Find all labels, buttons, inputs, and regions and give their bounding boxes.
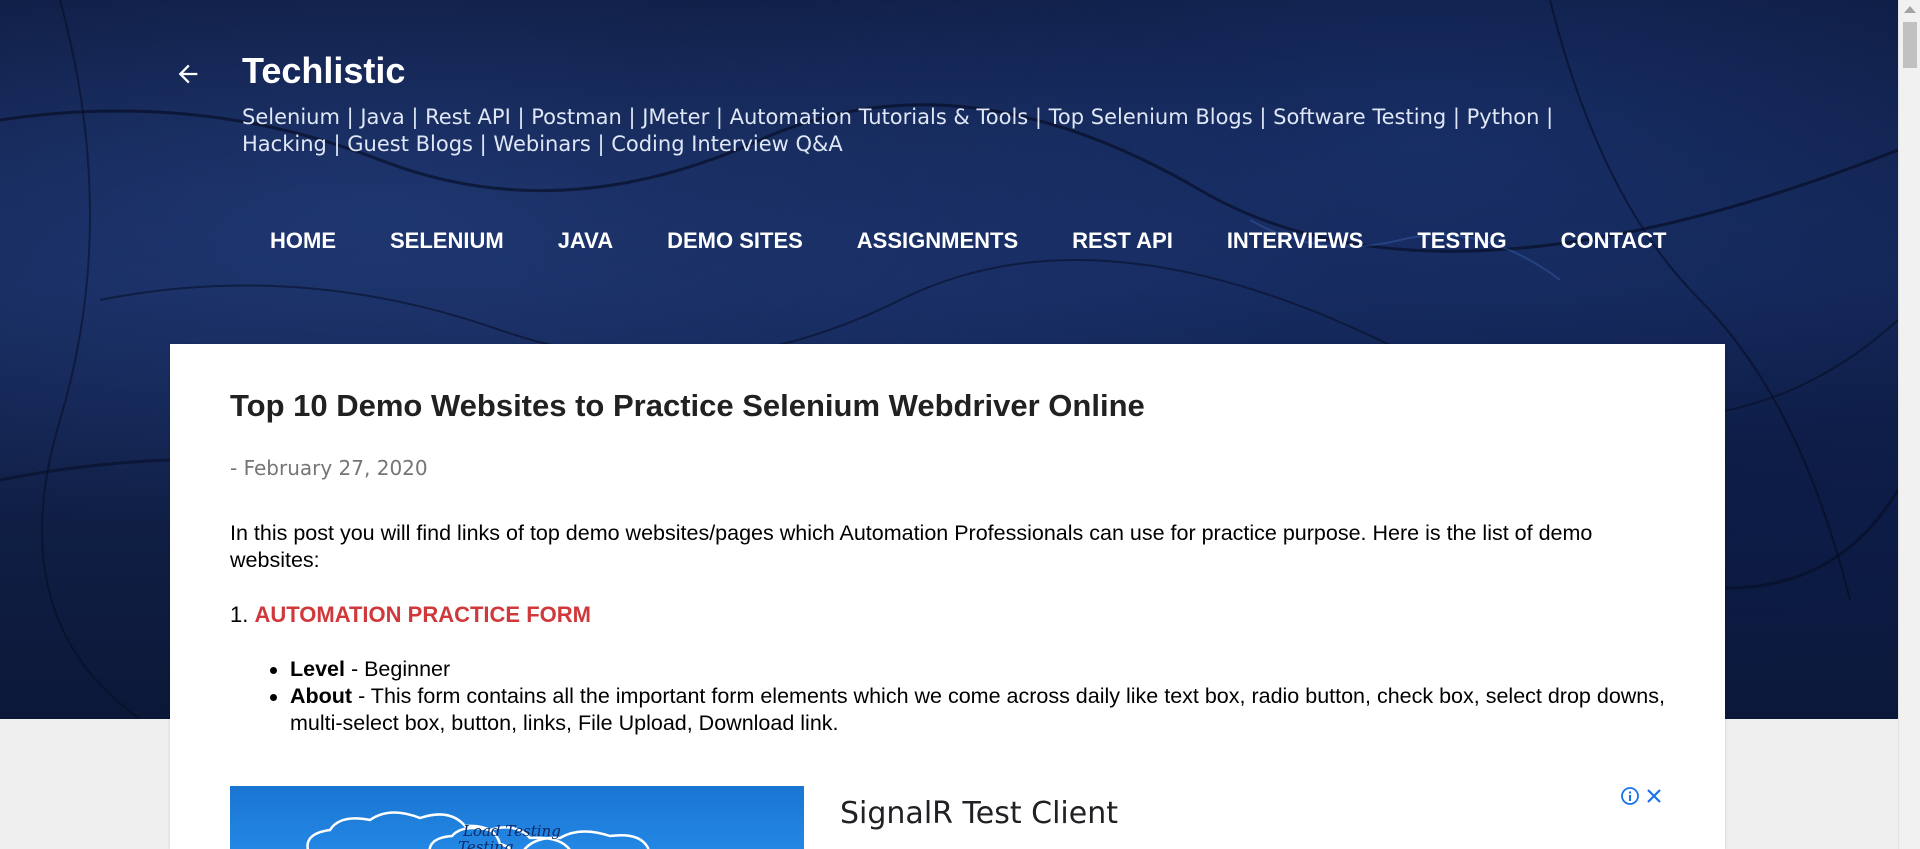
post-card: Top 10 Demo Websites to Practice Seleniu… (170, 344, 1725, 849)
site-description: Selenium | Java | Rest API | Postman | J… (242, 105, 1554, 156)
section-heading: 1. AUTOMATION PRACTICE FORM (230, 602, 591, 628)
nav-item-java[interactable]: JAVA (531, 226, 640, 256)
scroll-up-icon[interactable] (1904, 6, 1916, 13)
nav-item-home[interactable]: HOME (243, 226, 363, 256)
nav-item-contact[interactable]: CONTACT (1534, 226, 1694, 256)
section-number: 1. (230, 602, 255, 627)
nav-item-rest-api[interactable]: REST API (1045, 226, 1200, 256)
ad-banner[interactable]: Load Testing Testing SignalR Test Client (230, 786, 1670, 849)
bullet-label: Level (290, 657, 345, 681)
automation-practice-form-link[interactable]: AUTOMATION PRACTICE FORM (254, 602, 591, 627)
bullet-list: Level - Beginner About - This form conta… (270, 656, 1680, 737)
list-item: About - This form contains all the impor… (270, 683, 1680, 737)
bullet-text: - This form contains all the important f… (290, 684, 1665, 735)
ad-image[interactable]: Load Testing Testing (230, 786, 804, 849)
ad-title[interactable]: SignalR Test Client (840, 796, 1118, 831)
post-title: Top 10 Demo Websites to Practice Seleniu… (230, 388, 1145, 423)
bullet-label: About (290, 684, 353, 708)
back-button[interactable] (168, 54, 208, 94)
svg-text:Testing: Testing (458, 838, 514, 849)
nav-item-assignments[interactable]: ASSIGNMENTS (830, 226, 1045, 256)
nav-item-selenium[interactable]: SELENIUM (363, 226, 531, 256)
info-icon[interactable] (1620, 786, 1640, 806)
site-title[interactable]: Techlistic (242, 50, 405, 92)
list-item: Level - Beginner (270, 656, 1680, 683)
nav-item-interviews[interactable]: INTERVIEWS (1200, 226, 1391, 256)
scroll-thumb[interactable] (1903, 22, 1917, 68)
nav-item-demo-sites[interactable]: DEMO SITES (640, 226, 830, 256)
ad-controls (1620, 786, 1664, 806)
main-nav: HOME SELENIUM JAVA DEMO SITES ASSIGNMENT… (243, 226, 1693, 256)
post-intro: In this post you will find links of top … (230, 521, 1593, 572)
nav-item-testng[interactable]: TESTNG (1390, 226, 1533, 256)
scrollbar[interactable] (1898, 0, 1920, 849)
arrow-left-icon (178, 64, 198, 84)
bullet-text: - Beginner (344, 657, 451, 681)
close-icon[interactable] (1644, 786, 1664, 806)
post-date[interactable]: - February 27, 2020 (230, 456, 428, 480)
